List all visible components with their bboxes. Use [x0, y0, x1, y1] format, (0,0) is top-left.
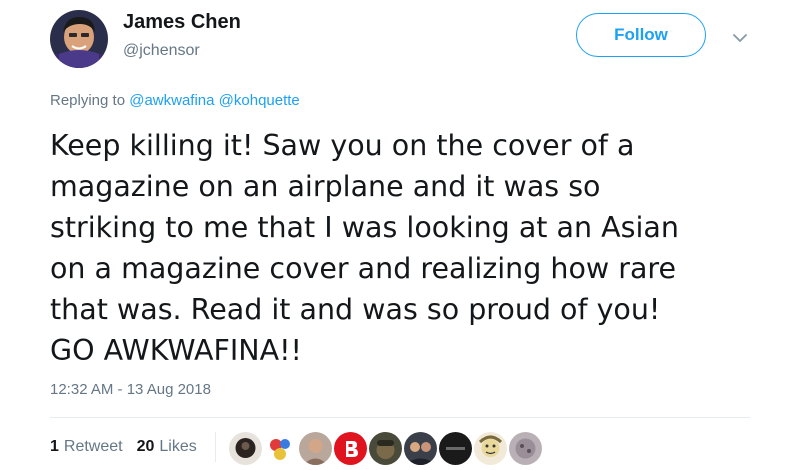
- mention-link-kohquette[interactable]: @kohquette: [219, 92, 300, 109]
- liker-avatar[interactable]: [369, 432, 402, 465]
- liker-avatar[interactable]: [474, 432, 507, 465]
- liker-avatar[interactable]: [439, 432, 472, 465]
- tweet-line: Keep killing it! Saw you on the cover of…: [50, 129, 635, 162]
- liker-avatar[interactable]: [509, 432, 542, 465]
- liker-avatar[interactable]: [229, 432, 262, 465]
- follow-button[interactable]: Follow: [576, 13, 706, 57]
- reply-context: Replying to @awkwafina @kohquette: [50, 92, 300, 109]
- liker-avatar[interactable]: [404, 432, 437, 465]
- tweet-line: GO AWKWAFINA!!: [50, 334, 302, 367]
- likers-avatars: [229, 432, 544, 465]
- likes-label: Likes: [159, 438, 197, 455]
- author-avatar[interactable]: [50, 10, 108, 68]
- tweet-stats: 1 Retweet 20 Likes: [50, 438, 211, 456]
- author-name[interactable]: James Chen: [123, 11, 241, 34]
- chevron-down-icon[interactable]: [728, 26, 752, 50]
- tweet-line: magazine on an airplane and it was so: [50, 170, 601, 203]
- retweet-label: Retweet: [63, 438, 123, 455]
- liker-avatar[interactable]: [264, 432, 297, 465]
- tweet-line: striking to me that I was looking at an …: [50, 211, 679, 244]
- tweet-line: on a magazine cover and realizing how ra…: [50, 252, 677, 285]
- mention-link-awkwafina[interactable]: @awkwafina: [129, 92, 214, 109]
- likes-stat[interactable]: 20 Likes: [137, 438, 197, 456]
- likes-count: 20: [136, 438, 155, 455]
- stats-separator: [215, 432, 216, 462]
- reply-prefix: Replying to: [50, 92, 126, 109]
- liker-avatar[interactable]: [334, 432, 367, 465]
- tweet-line: that was. Read it and was so proud of yo…: [50, 293, 661, 326]
- tweet-timestamp[interactable]: 12:32 AM - 13 Aug 2018: [50, 381, 211, 398]
- author-handle[interactable]: @jchensor: [123, 42, 200, 60]
- retweet-count: 1: [50, 438, 59, 455]
- retweet-stat[interactable]: 1 Retweet: [50, 438, 123, 456]
- liker-avatar[interactable]: [299, 432, 332, 465]
- divider: [50, 417, 750, 418]
- tweet-text: Keep killing it! Saw you on the cover of…: [50, 125, 750, 371]
